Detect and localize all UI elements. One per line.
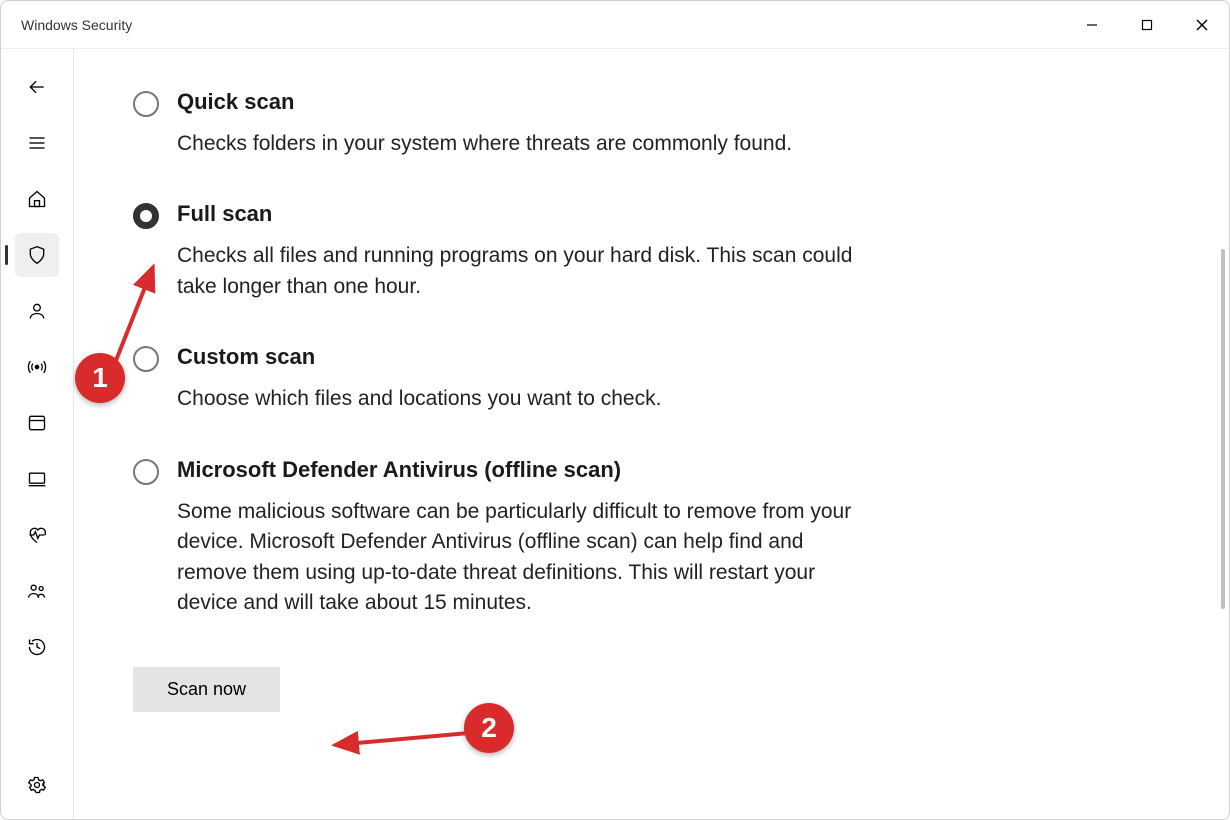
shield-icon[interactable] bbox=[15, 233, 59, 277]
close-button[interactable] bbox=[1174, 1, 1229, 48]
minimize-button[interactable] bbox=[1064, 1, 1119, 48]
scan-option-full[interactable]: Full scan Checks all files and running p… bbox=[133, 201, 913, 302]
scan-option-quick[interactable]: Quick scan Checks folders in your system… bbox=[133, 89, 913, 159]
device-health-icon[interactable] bbox=[15, 513, 59, 557]
protection-history-icon[interactable] bbox=[15, 625, 59, 669]
scan-option-title: Full scan bbox=[177, 201, 877, 227]
radio-offline-scan[interactable] bbox=[133, 459, 159, 485]
back-button[interactable] bbox=[15, 65, 59, 109]
radio-full-scan[interactable] bbox=[133, 203, 159, 229]
maximize-button[interactable] bbox=[1119, 1, 1174, 48]
scan-option-desc: Checks folders in your system where thre… bbox=[177, 129, 792, 159]
window-controls bbox=[1064, 1, 1229, 48]
sidebar bbox=[1, 49, 73, 819]
app-browser-icon[interactable] bbox=[15, 401, 59, 445]
scan-option-desc: Checks all files and running programs on… bbox=[177, 241, 877, 302]
scan-option-title: Custom scan bbox=[177, 344, 661, 370]
scan-option-custom[interactable]: Custom scan Choose which files and locat… bbox=[133, 344, 913, 414]
settings-icon[interactable] bbox=[15, 763, 59, 807]
window-title: Windows Security bbox=[21, 17, 132, 33]
hamburger-menu-icon[interactable] bbox=[15, 121, 59, 165]
radio-quick-scan[interactable] bbox=[133, 91, 159, 117]
family-options-icon[interactable] bbox=[15, 569, 59, 613]
radio-custom-scan[interactable] bbox=[133, 346, 159, 372]
scan-options-pane: Quick scan Checks folders in your system… bbox=[73, 49, 973, 742]
scan-option-title: Quick scan bbox=[177, 89, 792, 115]
device-security-icon[interactable] bbox=[15, 457, 59, 501]
vertical-scrollbar[interactable] bbox=[1221, 249, 1225, 609]
pane-divider bbox=[73, 49, 74, 819]
scan-option-offline[interactable]: Microsoft Defender Antivirus (offline sc… bbox=[133, 457, 913, 619]
account-icon[interactable] bbox=[15, 289, 59, 333]
scan-now-button[interactable]: Scan now bbox=[133, 667, 280, 712]
scan-option-desc: Some malicious software can be particula… bbox=[177, 497, 877, 619]
home-icon[interactable] bbox=[15, 177, 59, 221]
scan-option-desc: Choose which files and locations you wan… bbox=[177, 384, 661, 414]
scan-option-title: Microsoft Defender Antivirus (offline sc… bbox=[177, 457, 877, 483]
broadcast-icon[interactable] bbox=[15, 345, 59, 389]
titlebar: Windows Security bbox=[1, 1, 1229, 49]
